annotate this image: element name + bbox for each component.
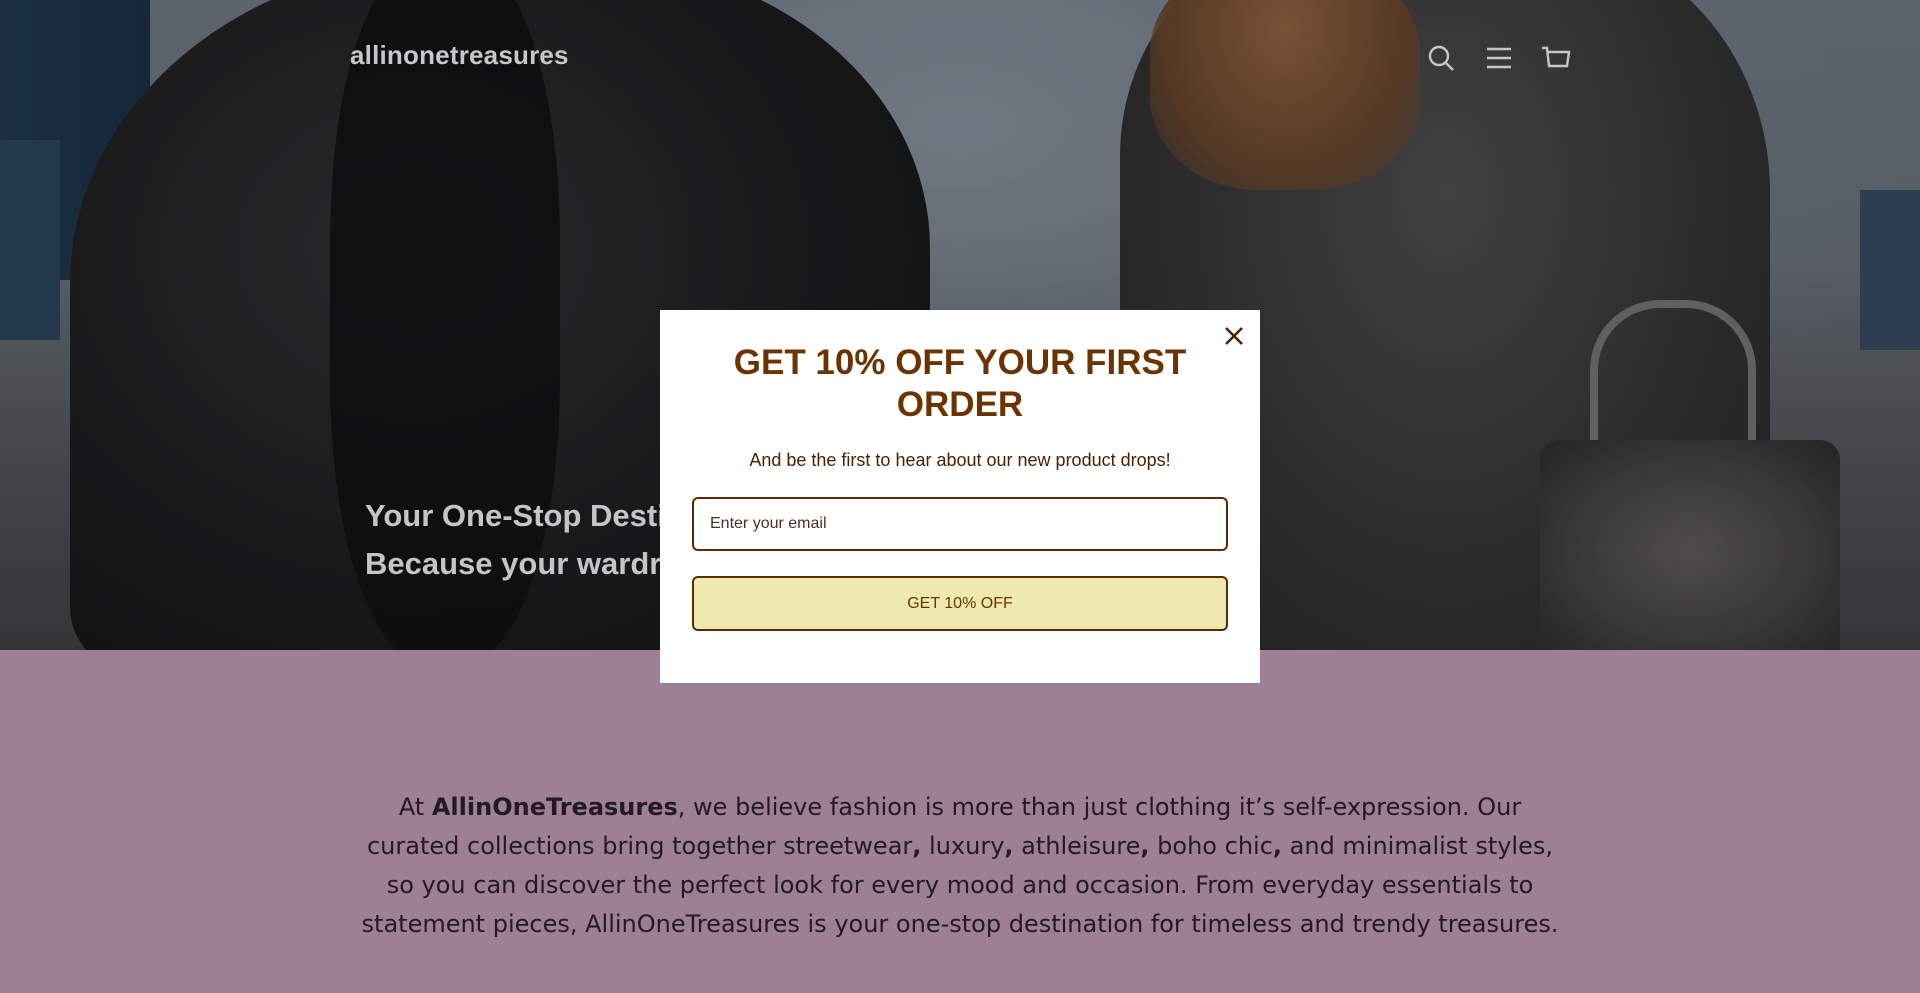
- about-separator: ,: [1140, 832, 1150, 860]
- get-discount-button[interactable]: GET 10% OFF: [692, 576, 1228, 631]
- hero-tagline-line-2: Because your wardrobe deserves it all.: [365, 546, 685, 581]
- hero-tagline-line-1: Your One-Stop Destination for Every Styl…: [365, 498, 685, 533]
- popup-subtitle: And be the first to hear about our new p…: [749, 450, 1171, 470]
- cart-icon[interactable]: [1538, 40, 1574, 76]
- about-separator: ,: [1272, 832, 1283, 860]
- menu-icon[interactable]: [1481, 40, 1517, 76]
- close-icon[interactable]: [1220, 322, 1248, 350]
- email-field[interactable]: [692, 497, 1228, 551]
- about-term-athleisure: athleisure: [1013, 832, 1141, 860]
- discount-popup: GET 10% OFF YOUR FIRST ORDER And be the …: [660, 310, 1260, 683]
- site-logo[interactable]: allinonetreasures: [350, 40, 569, 71]
- about-prefix: At: [398, 793, 432, 821]
- popup-title: GET 10% OFF YOUR FIRST ORDER: [733, 343, 1187, 424]
- about-term-boho: boho chic: [1149, 832, 1273, 860]
- about-text: At AllinOneTreasures, we believe fashion…: [350, 788, 1570, 944]
- hero-tagline: Your One-Stop Destination for Every Styl…: [365, 492, 685, 602]
- about-separator: ,: [1004, 832, 1014, 860]
- about-section: At AllinOneTreasures, we believe fashion…: [0, 650, 1920, 993]
- about-brand: AllinOneTreasures: [431, 793, 678, 821]
- search-icon[interactable]: [1423, 40, 1459, 76]
- about-term-luxury: luxury: [921, 832, 1005, 860]
- site-header: allinonetreasures: [0, 0, 1920, 116]
